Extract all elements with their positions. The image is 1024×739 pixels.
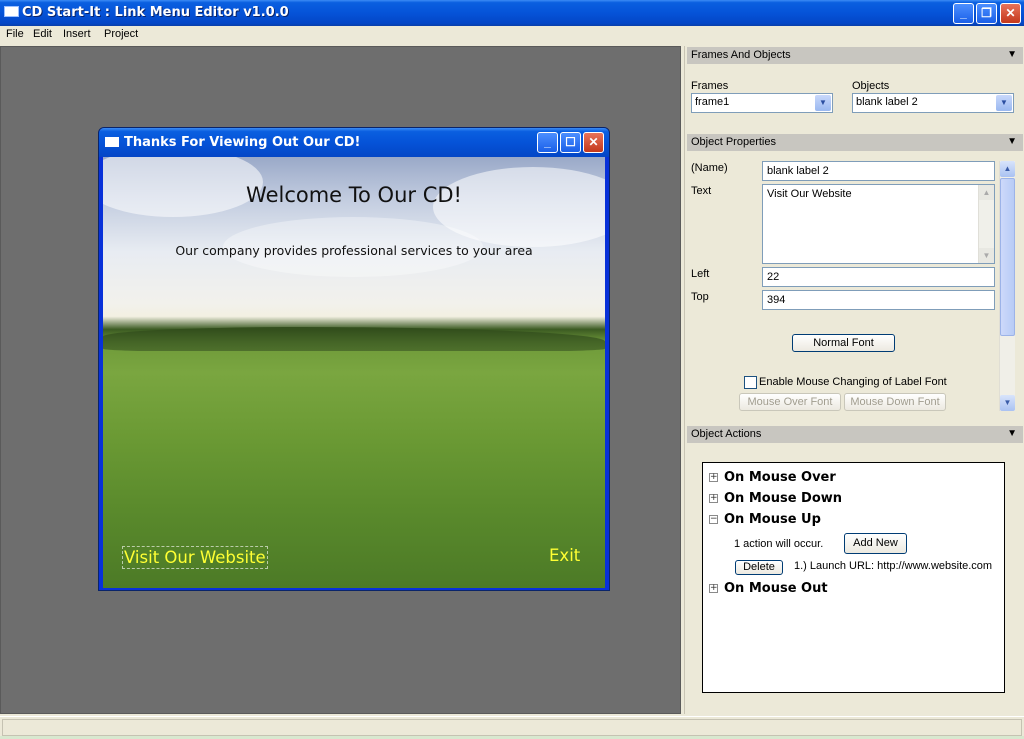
exit-label[interactable]: Exit <box>549 546 580 565</box>
properties-panel: Frames And Objects ▼ Frames frame1 ▼ Obj… <box>684 46 1024 714</box>
object-actions-header-label: Object Actions <box>691 428 762 440</box>
restore-button[interactable]: ❐ <box>976 3 997 24</box>
frames-label: Frames <box>691 80 729 92</box>
collapse-arrow-icon[interactable]: ▼ <box>1007 428 1017 439</box>
menu-file[interactable]: File <box>6 28 24 40</box>
expand-icon[interactable]: + <box>709 473 718 482</box>
scroll-down-icon[interactable]: ▼ <box>1000 395 1015 411</box>
preview-titlebar[interactable]: Thanks For Viewing Out Our CD! _ ☐ ✕ <box>99 128 609 157</box>
expand-icon[interactable]: + <box>709 494 718 503</box>
text-field-value: Visit Our Website <box>767 188 852 200</box>
status-panel <box>2 719 1022 736</box>
collapse-arrow-icon[interactable]: ▼ <box>1007 136 1017 147</box>
event-label: On Mouse Down <box>724 491 843 506</box>
event-mouse-over[interactable]: + On Mouse Over <box>709 470 836 485</box>
treeline-shape <box>103 327 605 351</box>
enable-mouse-font-label: Enable Mouse Changing of Label Font <box>759 376 947 388</box>
frames-dropdown[interactable]: frame1 ▼ <box>691 93 833 113</box>
delete-action-button[interactable]: Delete <box>735 560 783 575</box>
minimize-button[interactable]: _ <box>953 3 974 24</box>
left-label: Left <box>691 268 710 280</box>
collapse-icon[interactable]: − <box>709 515 718 524</box>
scroll-up-icon[interactable]: ▲ <box>1000 161 1015 177</box>
frame-background-image: Welcome To Our CD! Our company provides … <box>103 157 605 588</box>
welcome-heading-label[interactable]: Welcome To Our CD! <box>103 183 605 207</box>
top-label: Top <box>691 291 709 303</box>
objects-dropdown[interactable]: blank label 2 ▼ <box>852 93 1014 113</box>
visit-website-label[interactable]: Visit Our Website <box>122 546 268 569</box>
name-field[interactable]: blank label 2 <box>762 161 995 181</box>
text-field-scrollbar[interactable]: ▲ ▼ <box>978 185 994 263</box>
mouse-over-font-button[interactable]: Mouse Over Font <box>739 393 841 411</box>
menu-insert[interactable]: Insert <box>63 28 91 40</box>
scroll-down-icon[interactable]: ▼ <box>979 248 994 263</box>
text-label: Text <box>691 185 712 197</box>
event-mouse-out[interactable]: + On Mouse Out <box>709 581 828 596</box>
mouse-down-font-button[interactable]: Mouse Down Font <box>844 393 946 411</box>
text-field[interactable]: Visit Our Website ▲ ▼ <box>762 184 995 264</box>
tagline-label[interactable]: Our company provides professional servic… <box>103 243 605 258</box>
status-bar <box>0 716 1024 739</box>
normal-font-button[interactable]: Normal Font <box>792 334 895 352</box>
window-titlebar[interactable]: CD Start-It : Link Menu Editor v1.0.0 _ … <box>0 0 1024 26</box>
dropdown-arrow-icon[interactable]: ▼ <box>815 95 831 111</box>
event-mouse-up[interactable]: − On Mouse Up <box>709 512 821 527</box>
frame-preview-window[interactable]: Thanks For Viewing Out Our CD! _ ☐ ✕ Wel… <box>98 127 610 591</box>
preview-window-icon <box>105 137 119 147</box>
objects-dropdown-value: blank label 2 <box>856 96 918 108</box>
scroll-thumb[interactable] <box>1000 178 1015 336</box>
frames-objects-header[interactable]: Frames And Objects ▼ <box>687 47 1023 64</box>
dropdown-arrow-icon[interactable]: ▼ <box>996 95 1012 111</box>
properties-scrollbar[interactable]: ▲ ▼ <box>999 161 1015 411</box>
close-button[interactable]: ✕ <box>1000 3 1021 24</box>
menu-project[interactable]: Project <box>104 28 138 40</box>
app-icon <box>4 6 19 17</box>
object-actions-header[interactable]: Object Actions ▼ <box>687 426 1023 443</box>
action-count-text: 1 action will occur. <box>734 538 824 550</box>
left-field[interactable]: 22 <box>762 267 995 287</box>
name-label: (Name) <box>691 162 728 174</box>
preview-title: Thanks For Viewing Out Our CD! <box>124 135 361 150</box>
add-new-action-button[interactable]: Add New <box>844 533 907 554</box>
preview-minimize-button[interactable]: _ <box>537 132 558 153</box>
window-title: CD Start-It : Link Menu Editor v1.0.0 <box>22 5 289 20</box>
event-label: On Mouse Out <box>724 581 828 596</box>
event-label: On Mouse Up <box>724 512 821 527</box>
event-mouse-down[interactable]: + On Mouse Down <box>709 491 842 506</box>
objects-label: Objects <box>852 80 890 92</box>
object-properties-header-label: Object Properties <box>691 136 776 148</box>
menu-edit[interactable]: Edit <box>33 28 52 40</box>
preview-maximize-button[interactable]: ☐ <box>560 132 581 153</box>
scroll-up-icon[interactable]: ▲ <box>979 185 994 200</box>
event-label: On Mouse Over <box>724 470 836 485</box>
action-description: 1.) Launch URL: http://www.website.com <box>794 560 993 572</box>
menu-bar: File Edit Insert Project <box>0 26 1024 45</box>
expand-icon[interactable]: + <box>709 584 718 593</box>
frames-objects-header-label: Frames And Objects <box>691 49 791 61</box>
top-field[interactable]: 394 <box>762 290 995 310</box>
collapse-arrow-icon[interactable]: ▼ <box>1007 49 1017 60</box>
actions-tree[interactable]: + On Mouse Over + On Mouse Down − On Mouse … <box>702 462 1005 693</box>
frames-dropdown-value: frame1 <box>695 96 730 108</box>
preview-close-button[interactable]: ✕ <box>583 132 604 153</box>
object-properties-header[interactable]: Object Properties ▼ <box>687 134 1023 151</box>
enable-mouse-font-checkbox[interactable] <box>744 376 757 389</box>
